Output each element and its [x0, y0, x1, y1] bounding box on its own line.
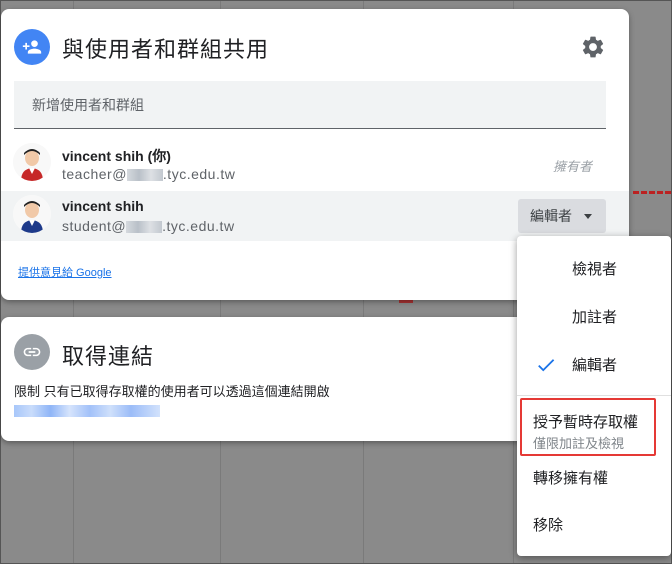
role-dropdown-label: 編輯者	[530, 208, 572, 224]
add-person-icon	[14, 29, 50, 65]
add-people-input[interactable]	[30, 96, 594, 114]
menu-item-transfer-ownership[interactable]: 轉移擁有權	[533, 467, 672, 488]
user-row-editor: vincent shih student@ .tyc.edu.tw 編輯者	[1, 191, 629, 241]
gear-icon[interactable]	[580, 34, 606, 60]
menu-item-commenter[interactable]: 加註者	[572, 306, 672, 327]
link-restriction-text: 限制 只有已取得存取權的使用者可以透過這個連結開啟	[14, 384, 330, 399]
feedback-link[interactable]: 提供意見給 Google	[18, 264, 112, 280]
role-dropdown-button[interactable]: 編輯者	[518, 199, 606, 233]
user-name: vincent shih (你)	[62, 148, 171, 164]
menu-item-viewer[interactable]: 檢視者	[572, 258, 672, 279]
check-icon	[535, 354, 557, 381]
link-icon	[14, 334, 50, 370]
menu-item-remove[interactable]: 移除	[533, 514, 672, 535]
owner-label: 擁有者	[553, 159, 593, 174]
role-menu: 檢視者 加註者 編輯者 授予暫時存取權 僅限加註及檢視 轉移擁有權 移除	[517, 236, 671, 556]
highlight-box	[520, 398, 656, 456]
avatar	[13, 143, 51, 181]
user-email: teacher@ .tyc.edu.tw	[62, 166, 236, 182]
avatar	[13, 195, 51, 233]
add-people-field[interactable]	[14, 81, 606, 129]
link-url-redacted[interactable]	[14, 405, 160, 417]
menu-item-editor[interactable]: 編輯者	[572, 354, 672, 375]
user-email: student@ .tyc.edu.tw	[62, 218, 235, 234]
dialog-title: 與使用者和群組共用	[62, 37, 270, 62]
menu-divider	[517, 395, 671, 396]
user-name: vincent shih	[62, 198, 144, 214]
chevron-down-icon	[584, 213, 592, 219]
get-link-title: 取得連結	[62, 344, 155, 369]
user-row-owner: vincent shih (你) teacher@ .tyc.edu.tw 擁有者	[1, 139, 629, 189]
